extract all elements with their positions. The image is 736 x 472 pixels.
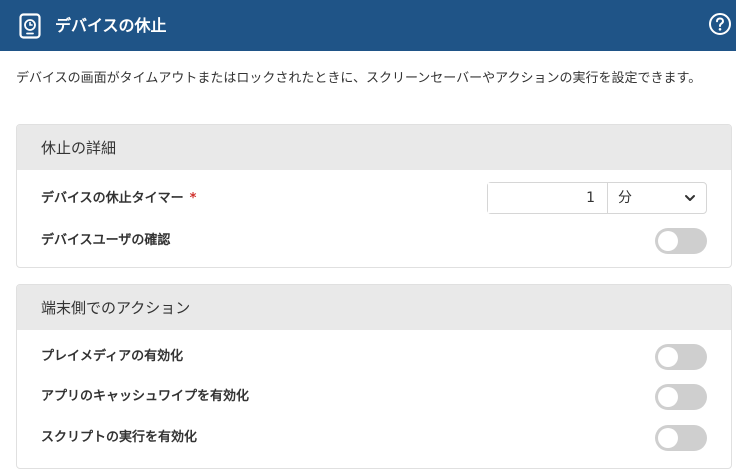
sleep-timer-label: デバイスの休止タイマー * [41, 191, 197, 206]
play-media-label: プレイメディアの有効化 [41, 349, 184, 364]
cache-wipe-toggle[interactable] [655, 384, 707, 410]
toggle-knob [658, 387, 678, 407]
sleep-timer-row: デバイスの休止タイマー* 分 [17, 182, 731, 216]
run-script-row: スクリプトの実行を有効化 [17, 421, 731, 455]
cache-wipe-row: アプリのキャッシュワイプを有効化 [17, 380, 731, 414]
section-device-actions: 端末側でのアクション プレイメディアの有効化 アプリのキャッシュワイプを有効化 … [16, 284, 732, 469]
unit-select[interactable]: 分 [608, 183, 706, 213]
toggle-knob [658, 347, 678, 367]
toggle-knob [658, 231, 678, 251]
user-verify-row: デバイスユーザの確認 [17, 224, 731, 258]
section-title: 休止の詳細 [17, 125, 731, 170]
unit-select-value: 分 [618, 190, 632, 206]
section-title: 端末側でのアクション [17, 285, 731, 330]
user-verify-toggle[interactable] [655, 228, 707, 254]
page-header: デバイスの休止 [0, 0, 736, 51]
required-mark: * [189, 191, 197, 206]
page-description: デバイスの画面がタイムアウトまたはロックされたときに、スクリーンセーバーやアクシ… [16, 71, 702, 86]
toggle-knob [658, 428, 678, 448]
device-clock-icon [19, 13, 41, 39]
sleep-timer-input[interactable] [488, 183, 608, 213]
play-media-toggle[interactable] [655, 344, 707, 370]
sleep-timer-control: 分 [487, 182, 707, 214]
section-sleep-details: 休止の詳細 デバイスの休止タイマー* 分 デバイスユーザの確認 [16, 124, 732, 268]
page-title: デバイスの休止 [55, 16, 167, 35]
run-script-toggle[interactable] [655, 425, 707, 451]
play-media-row: プレイメディアの有効化 [17, 340, 731, 374]
run-script-label: スクリプトの実行を有効化 [41, 430, 198, 445]
cache-wipe-label: アプリのキャッシュワイプを有効化 [41, 389, 250, 404]
user-verify-label: デバイスユーザの確認 [41, 233, 171, 248]
chevron-down-icon [685, 195, 695, 201]
help-circle-icon[interactable] [708, 12, 732, 36]
